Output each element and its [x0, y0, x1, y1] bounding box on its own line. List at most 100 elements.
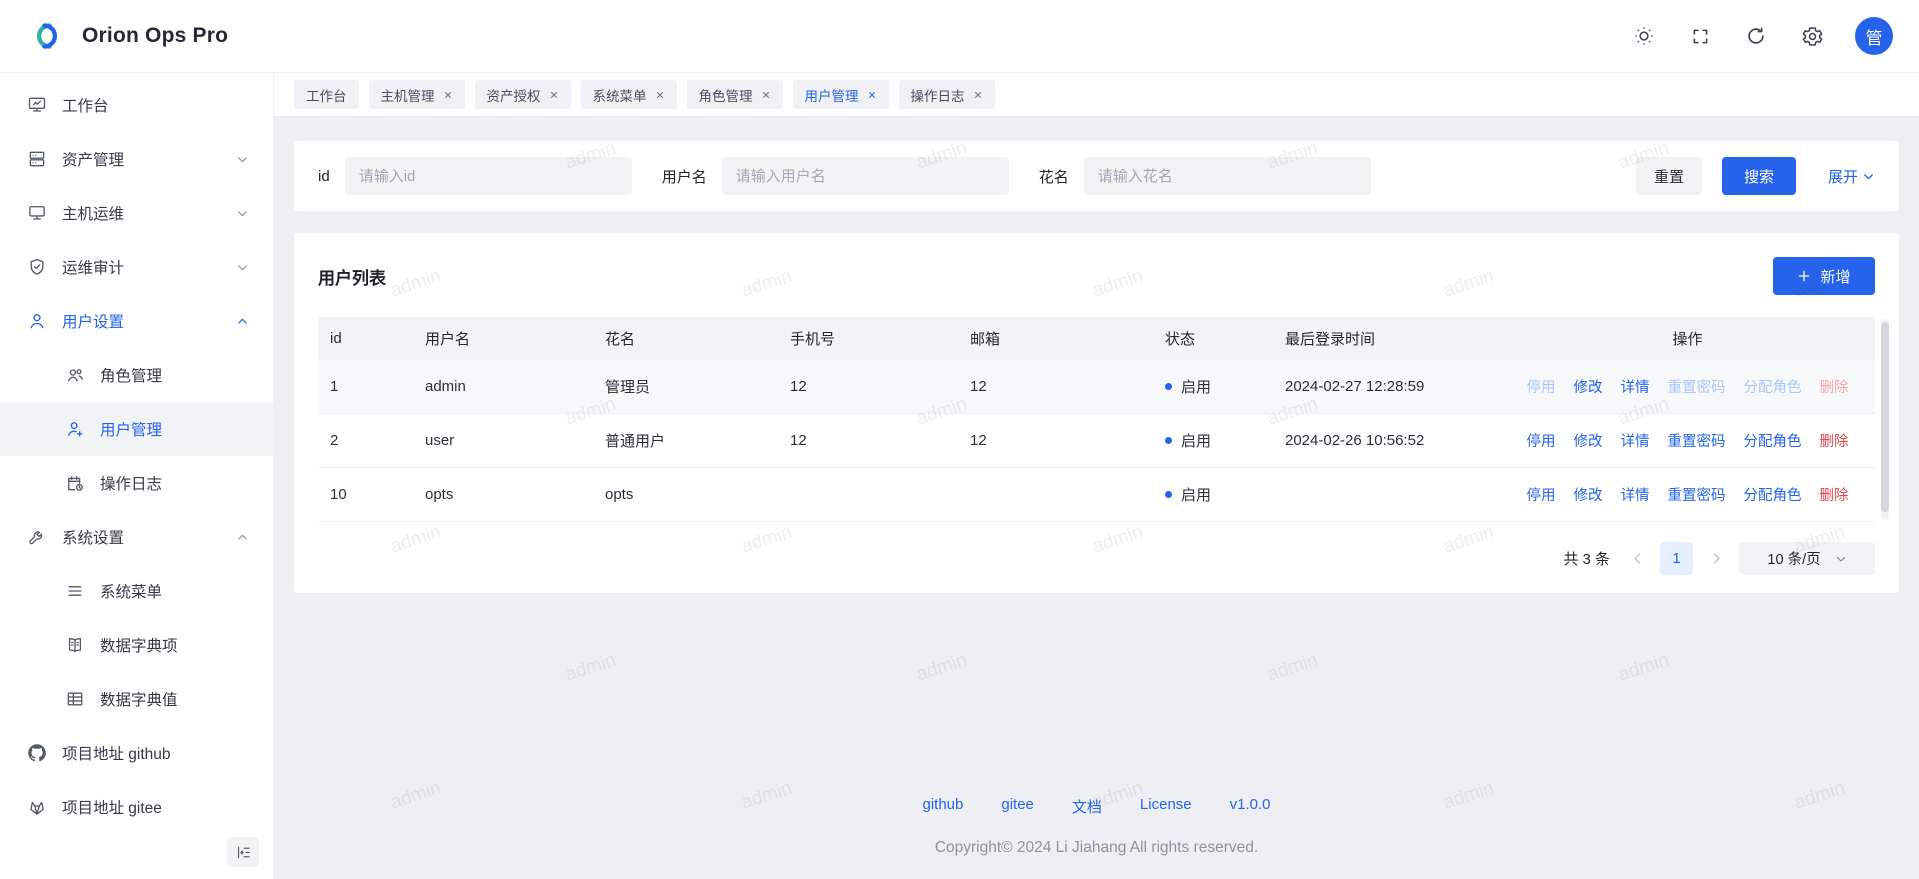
action-link-6[interactable]: 删除: [1820, 484, 1849, 505]
cell-status: 启用: [1153, 376, 1273, 397]
footer-link-License[interactable]: License: [1140, 796, 1192, 817]
reset-button[interactable]: 重置: [1636, 157, 1702, 195]
add-user-button[interactable]: 新增: [1773, 257, 1875, 295]
footer-link-gitee[interactable]: gitee: [1001, 796, 1034, 817]
cell-id: 1: [318, 378, 413, 395]
page-number[interactable]: 1: [1660, 542, 1693, 575]
table-row-3: 10optsopts启用停用修改详情重置密码分配角色删除: [318, 468, 1875, 522]
sidebar-item-4[interactable]: 运维审计: [0, 240, 273, 294]
scrollbar-thumb[interactable]: [1881, 322, 1889, 512]
action-link-2[interactable]: 修改: [1574, 376, 1603, 397]
cell-last-login: 2024-02-26 10:56:52: [1273, 432, 1488, 449]
settings-gear-icon[interactable]: [1799, 23, 1825, 49]
sidebar-item-13[interactable]: 项目地址 github: [0, 726, 273, 780]
close-icon[interactable]: [549, 90, 559, 100]
action-link-4[interactable]: 重置密码: [1668, 484, 1726, 505]
tab-5[interactable]: 角色管理: [687, 80, 783, 109]
close-icon[interactable]: [761, 90, 771, 100]
copyright-text: Copyright© 2024 Li Jiahang All rights re…: [294, 839, 1899, 857]
tab-7[interactable]: 操作日志: [899, 80, 995, 109]
cell-phone: 12: [778, 432, 958, 449]
next-page-icon[interactable]: [1705, 548, 1727, 570]
add-user-label: 新增: [1820, 266, 1850, 287]
search-actions: 重置 搜索 展开: [1636, 157, 1875, 195]
sidebar-item-9[interactable]: 系统设置: [0, 510, 273, 564]
cell-nickname: 管理员: [593, 376, 778, 397]
sidebar-item-5[interactable]: 用户设置: [0, 294, 273, 348]
footer-link-github[interactable]: github: [923, 796, 964, 817]
pagination: 共 3 条 1 10 条/页: [318, 542, 1875, 575]
sidebar-item-11[interactable]: 数据字典项: [0, 618, 273, 672]
action-link-2[interactable]: 修改: [1574, 484, 1603, 505]
action-link-4[interactable]: 重置密码: [1668, 430, 1726, 451]
search-input-id[interactable]: [345, 157, 632, 195]
status-badge: 启用: [1181, 484, 1211, 505]
page-size-select[interactable]: 10 条/页: [1739, 542, 1875, 575]
close-icon[interactable]: [973, 90, 983, 100]
sidebar-item-14[interactable]: 项目地址 gitee: [0, 780, 273, 834]
sidebar-item-6[interactable]: 角色管理: [0, 348, 273, 402]
action-link-3[interactable]: 详情: [1621, 430, 1650, 451]
sidebar-item-label: 工作台: [62, 94, 109, 116]
action-link-1[interactable]: 停用: [1527, 430, 1556, 451]
footer-link-文档[interactable]: 文档: [1072, 796, 1102, 817]
host-ops-icon: [27, 203, 47, 223]
action-link-6[interactable]: 删除: [1820, 430, 1849, 451]
action-link-5[interactable]: 分配角色: [1744, 430, 1802, 451]
prev-page-icon[interactable]: [1626, 548, 1648, 570]
sidebar-item-2[interactable]: 资产管理: [0, 132, 273, 186]
tab-2[interactable]: 主机管理: [369, 80, 465, 109]
tab-6[interactable]: 用户管理: [793, 80, 889, 109]
cell-id: 2: [318, 432, 413, 449]
app-title: Orion Ops Pro: [82, 24, 228, 48]
action-link-5[interactable]: 分配角色: [1744, 484, 1802, 505]
action-link-3[interactable]: 详情: [1621, 376, 1650, 397]
action-link-3[interactable]: 详情: [1621, 484, 1650, 505]
fullscreen-icon[interactable]: [1687, 23, 1713, 49]
expand-toggle[interactable]: 展开: [1828, 166, 1875, 187]
user-avatar[interactable]: 管: [1855, 17, 1893, 55]
sidebar-item-label: 数据字典项: [100, 634, 178, 656]
search-field-花名: 花名: [1039, 157, 1371, 195]
sidebar-item-label: 项目地址 gitee: [62, 796, 162, 818]
table-header-row: id用户名花名手机号邮箱状态最后登录时间操作: [318, 317, 1875, 360]
sidebar-item-1[interactable]: 工作台: [0, 78, 273, 132]
user-settings-icon: [27, 311, 47, 331]
table-body: 1admin管理员1212启用2024-02-27 12:28:59停用修改详情…: [318, 360, 1875, 522]
footer-link-v1.0.0[interactable]: v1.0.0: [1230, 796, 1271, 817]
cell-actions: 停用修改详情重置密码分配角色删除: [1488, 484, 1875, 505]
sidebar-item-7[interactable]: 用户管理: [0, 402, 273, 456]
tab-4[interactable]: 系统菜单: [581, 80, 677, 109]
sidebar-collapse-icon[interactable]: [227, 837, 259, 867]
tab-3[interactable]: 资产授权: [475, 80, 571, 109]
sidebar-item-8[interactable]: 操作日志: [0, 456, 273, 510]
plus-icon: [1797, 269, 1811, 283]
audit-icon: [27, 257, 47, 277]
page-footer: github gitee 文档 License v1.0.0 Copyright© 20…: [294, 796, 1899, 869]
search-button[interactable]: 搜索: [1722, 157, 1796, 195]
tab-1[interactable]: 工作台: [294, 80, 359, 109]
close-icon[interactable]: [443, 90, 453, 100]
row-actions: 停用修改详情重置密码分配角色删除: [1500, 430, 1875, 451]
sidebar-item-12[interactable]: 数据字典值: [0, 672, 273, 726]
assets-icon: [27, 149, 47, 169]
search-input-用户名[interactable]: [722, 157, 1009, 195]
theme-icon[interactable]: [1631, 23, 1657, 49]
search-input-花名[interactable]: [1084, 157, 1371, 195]
sidebar-item-3[interactable]: 主机运维: [0, 186, 273, 240]
sidebar-item-label: 主机运维: [62, 202, 124, 224]
sidebar-item-label: 用户管理: [100, 418, 162, 440]
refresh-icon[interactable]: [1743, 23, 1769, 49]
search-fields: id用户名花名: [318, 157, 1401, 195]
close-icon[interactable]: [655, 90, 665, 100]
action-link-2[interactable]: 修改: [1574, 430, 1603, 451]
search-field-id: id: [318, 157, 632, 195]
action-link-4: 重置密码: [1668, 376, 1726, 397]
sidebar-item-10[interactable]: 系统菜单: [0, 564, 273, 618]
cell-email: 12: [958, 432, 1153, 449]
chevron-down-icon: [236, 153, 249, 166]
op-log-icon: [65, 473, 85, 493]
action-link-1[interactable]: 停用: [1527, 484, 1556, 505]
column-header-3: 花名: [593, 328, 778, 349]
close-icon[interactable]: [867, 90, 877, 100]
